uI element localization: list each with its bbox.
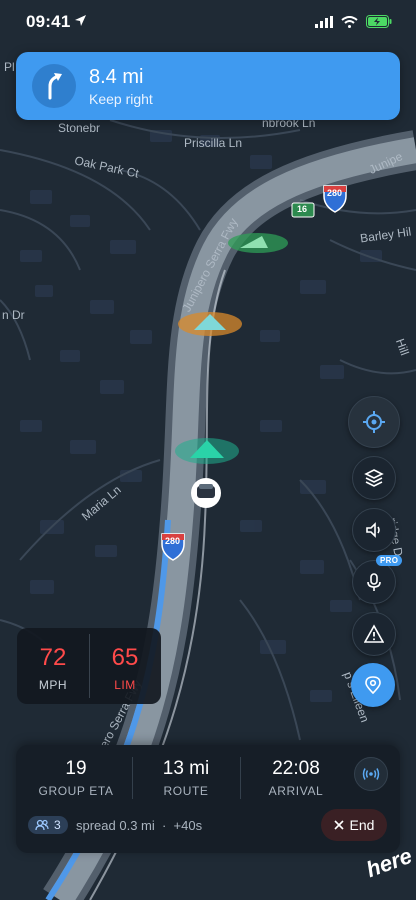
keep-right-arrow-icon [48, 73, 62, 100]
end-trip-label: End [349, 817, 375, 833]
navigation-banner[interactable]: 8.4 mi Keep right [16, 52, 400, 120]
arrival-label: ARRIVAL [268, 784, 324, 798]
speed-limit: 65 LIM [89, 628, 161, 704]
map-label-pl: Pl [4, 60, 15, 74]
recenter-button[interactable] [348, 396, 400, 448]
pro-badge: PRO [376, 555, 403, 566]
status-indicators [315, 15, 392, 28]
speed-limit-value: 65 [111, 644, 139, 671]
layers-icon [364, 469, 384, 487]
alert-triangle-icon [364, 624, 384, 643]
group-eta-value: 19 [65, 758, 87, 779]
arrival-stat: 22:08 ARRIVAL [250, 758, 342, 798]
battery-icon [366, 15, 392, 28]
route-stat: 13 mi ROUTE [142, 758, 230, 798]
shield-label-280-top: 280 [327, 188, 343, 198]
people-icon [35, 819, 49, 831]
route-value: 13 mi [162, 758, 210, 779]
current-speed-value: 72 [39, 644, 67, 671]
signal-icon [315, 15, 333, 28]
group-eta-stat: 19 GROUP ETA [30, 758, 122, 798]
stat-divider [132, 757, 133, 799]
trip-panel: 19 GROUP ETA 13 mi ROUTE 22:08 ARRIVAL 3… [16, 745, 400, 853]
close-icon [333, 820, 344, 830]
route-label: ROUTE [163, 784, 209, 798]
turn-indicator [32, 64, 76, 108]
map-label-priscilla-ln: Priscilla Ln [184, 136, 243, 150]
location-pin-icon [365, 676, 381, 695]
speed-card: 72 MPH 65 LIM [17, 628, 161, 704]
shield-label-16: 16 [297, 204, 308, 214]
map-label-n-dr: n Dr [2, 308, 25, 322]
voice-button[interactable] [352, 560, 396, 604]
status-bar: 09:41 [0, 0, 416, 44]
report-hazard-button[interactable] [352, 612, 396, 656]
microphone-icon [367, 573, 381, 591]
group-eta-label: GROUP ETA [38, 784, 114, 798]
sound-button[interactable] [352, 508, 396, 552]
share-location-button[interactable] [351, 663, 395, 707]
current-speed-unit: MPH [38, 678, 68, 692]
crosshair-icon [363, 411, 385, 433]
group-spread-text: spread 0.3 mi · +40s [76, 818, 203, 833]
shield-label-280-bottom: 280 [165, 536, 181, 546]
maneuver-instruction: Keep right [89, 91, 153, 107]
group-count: 3 [54, 818, 61, 832]
speaker-icon [366, 522, 380, 538]
current-speed: 72 MPH [17, 628, 89, 704]
maneuver-distance: 8.4 mi [89, 66, 144, 88]
group-members-chip[interactable]: 3 [28, 816, 68, 834]
speed-limit-unit: LIM [114, 678, 136, 692]
broadcast-button[interactable] [354, 757, 388, 791]
location-arrow-icon [75, 15, 86, 26]
status-time: 09:41 [26, 12, 71, 31]
stat-divider [240, 757, 241, 799]
map-label-stonebr: Stonebr [58, 121, 101, 135]
wifi-icon [341, 15, 358, 28]
broadcast-icon [362, 768, 380, 780]
end-trip-button[interactable]: End [321, 809, 387, 841]
layers-button[interactable] [352, 456, 396, 500]
arrival-value: 22:08 [272, 758, 320, 779]
